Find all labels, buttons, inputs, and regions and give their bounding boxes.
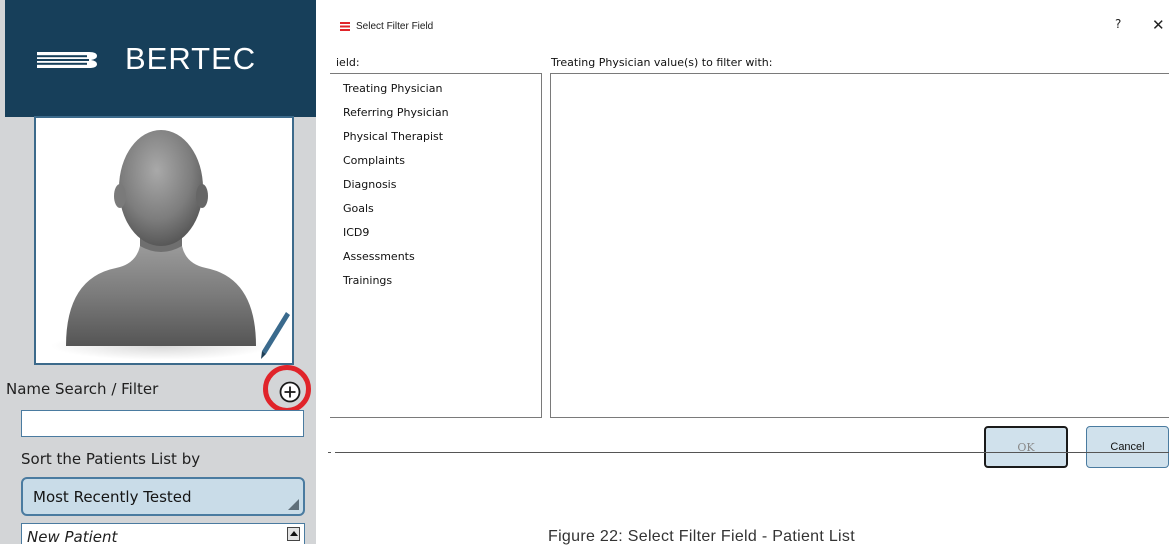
sort-label: Sort the Patients List by (21, 450, 201, 468)
app-stripes-icon (340, 22, 350, 31)
field-item-trainings[interactable]: Trainings (343, 274, 392, 287)
brand-header: BERTEC (5, 0, 316, 117)
divider-mark (328, 452, 331, 453)
dropdown-corner-icon (288, 499, 299, 510)
patient-photo (34, 116, 294, 365)
field-item-assessments[interactable]: Assessments (343, 250, 415, 263)
sort-dropdown[interactable]: Most Recently Tested (21, 477, 305, 516)
close-icon[interactable]: ✕ (1152, 16, 1165, 34)
patient-panel: BERTEC Name Search / Filter Sort the Pat… (0, 0, 316, 544)
field-item-physical-therapist[interactable]: Physical Therapist (343, 130, 443, 143)
name-search-label: Name Search / Filter (6, 380, 159, 398)
field-item-complaints[interactable]: Complaints (343, 154, 405, 167)
field-item-icd9[interactable]: ICD9 (343, 226, 369, 239)
field-item-goals[interactable]: Goals (343, 202, 374, 215)
value-list-label: Treating Physician value(s) to filter wi… (551, 56, 773, 69)
filter-values-list[interactable] (550, 73, 1169, 418)
patient-list[interactable]: New Patient (21, 523, 305, 544)
bertec-logo-icon (37, 52, 97, 68)
field-item-treating-physician[interactable]: Treating Physician (343, 82, 442, 95)
field-item-diagnosis[interactable]: Diagnosis (343, 178, 396, 191)
dialog-title: Select Filter Field (356, 21, 434, 32)
field-list[interactable]: Treating Physician Referring Physician P… (330, 73, 542, 418)
sort-dropdown-value: Most Recently Tested (33, 488, 192, 506)
help-button[interactable]: ? (1115, 17, 1121, 31)
ok-button[interactable]: OK (984, 426, 1068, 468)
patient-list-item[interactable]: New Patient (27, 528, 117, 544)
field-item-referring-physician[interactable]: Referring Physician (343, 106, 449, 119)
head-silhouette-icon (51, 130, 271, 360)
brand-name: BERTEC (125, 41, 257, 76)
cancel-button[interactable]: Cancel (1086, 426, 1169, 468)
select-filter-field-dialog: Select Filter Field ? ✕ ield: Treating P… (330, 16, 1169, 469)
field-label: ield: (336, 56, 360, 69)
scroll-up-icon[interactable] (287, 527, 300, 541)
figure-caption: Figure 22: Select Filter Field - Patient… (548, 528, 855, 545)
dialog-bottom-border (335, 452, 1169, 453)
pencil-icon[interactable] (258, 310, 292, 362)
name-search-input[interactable] (21, 410, 304, 437)
plus-circle-icon[interactable] (278, 380, 302, 404)
